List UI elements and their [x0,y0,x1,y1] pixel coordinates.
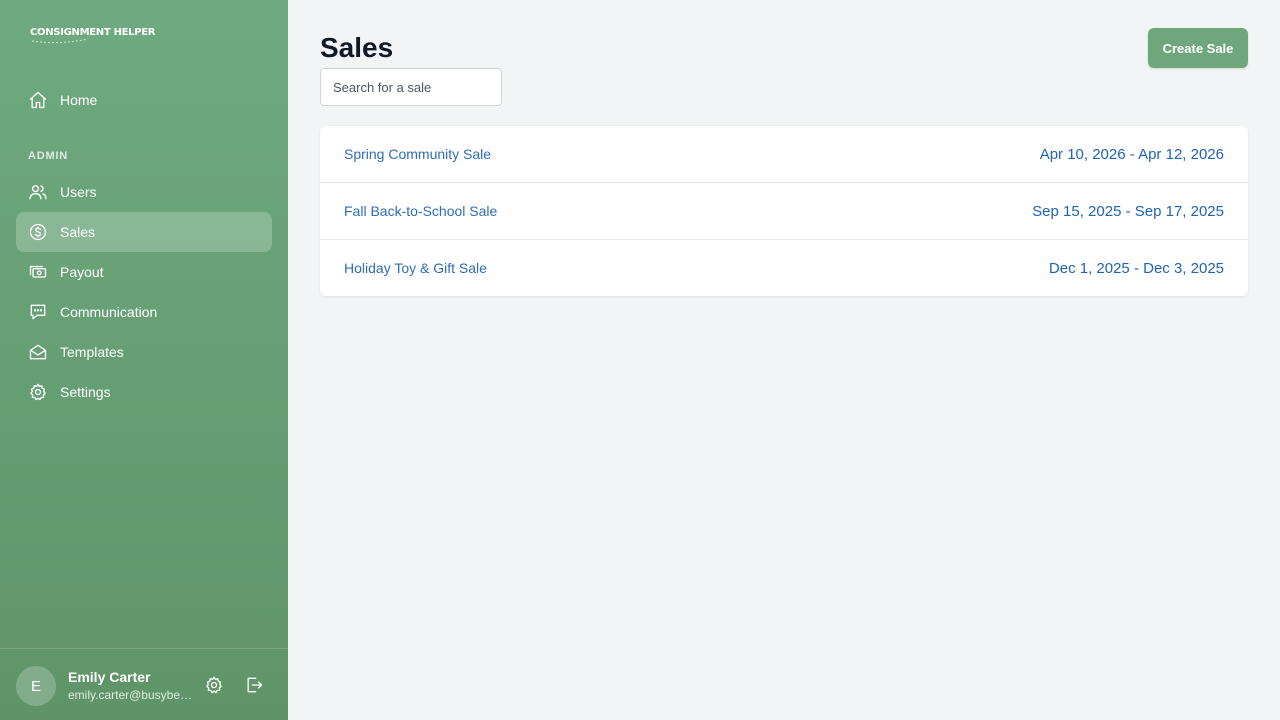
sidebar: CONSIGNMENT HELPER Home ADMIN Users Sale… [0,0,288,720]
sidebar-item-payout[interactable]: Payout [16,252,272,292]
user-panel: E Emily Carter emily.carter@busybee.com [0,648,288,720]
brand-logo[interactable]: CONSIGNMENT HELPER [30,22,156,46]
list-item[interactable]: Fall Back-to-School Sale Sep 15, 2025 - … [320,183,1248,240]
dollar-circle-icon [29,223,47,241]
list-item[interactable]: Spring Community Sale Apr 10, 2026 - Apr… [320,126,1248,183]
home-icon [29,91,47,109]
sale-name-link[interactable]: Spring Community Sale [344,146,491,162]
search-input[interactable] [320,68,502,106]
sidebar-item-sales[interactable]: Sales [16,212,272,252]
sidebar-item-label: Settings [60,384,111,400]
primary-nav: Home [16,80,272,120]
sidebar-item-home[interactable]: Home [16,80,272,120]
gear-icon[interactable] [204,675,224,695]
list-item[interactable]: Holiday Toy & Gift Sale Dec 1, 2025 - De… [320,240,1248,296]
cash-icon [29,265,47,278]
sidebar-item-label: Home [60,92,98,108]
users-icon [29,185,47,200]
user-name: Emily Carter [68,669,151,685]
chat-icon [30,304,46,320]
sidebar-item-label: Users [60,184,97,200]
user-email: emily.carter@busybee.com [68,688,196,702]
sale-dates: Sep 15, 2025 - Sep 17, 2025 [1032,202,1224,220]
envelope-open-icon [29,344,47,360]
sale-name-link[interactable]: Fall Back-to-School Sale [344,203,497,219]
create-sale-button[interactable]: Create Sale [1148,28,1248,68]
main-content: Sales Create Sale Spring Community Sale … [288,0,1280,720]
gear-icon [30,383,46,401]
admin-nav: Users Sales Payout Communication Templat… [16,172,272,412]
sidebar-item-label: Communication [60,304,158,320]
logo-swoosh-icon [31,38,89,44]
sidebar-item-templates[interactable]: Templates [16,332,272,372]
sidebar-item-label: Payout [60,264,104,280]
sales-list: Spring Community Sale Apr 10, 2026 - Apr… [320,126,1248,296]
sidebar-item-communication[interactable]: Communication [16,292,272,332]
sale-dates: Dec 1, 2025 - Dec 3, 2025 [1048,259,1224,277]
logout-icon[interactable] [244,675,264,695]
sidebar-item-settings[interactable]: Settings [16,372,272,412]
sale-name-link[interactable]: Holiday Toy & Gift Sale [344,260,487,276]
admin-section-label: ADMIN [28,150,69,162]
sale-dates: Apr 10, 2026 - Apr 12, 2026 [1039,145,1224,163]
sidebar-item-label: Templates [60,344,124,360]
sidebar-item-users[interactable]: Users [16,172,272,212]
sidebar-item-label: Sales [60,224,96,240]
page-title: Sales [320,32,394,63]
avatar[interactable]: E [16,666,56,706]
